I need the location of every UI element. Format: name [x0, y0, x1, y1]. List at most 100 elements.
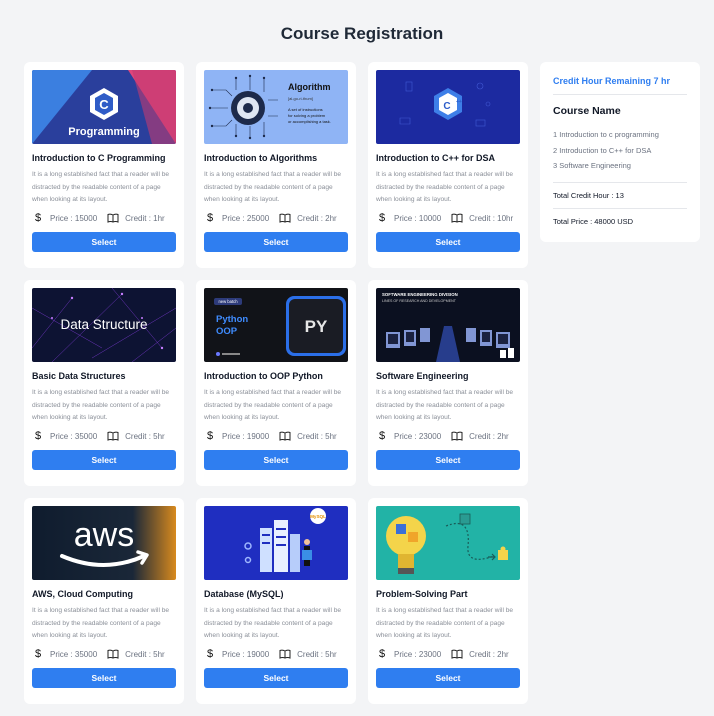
course-card: aws AWS, Cloud Computing It is a long es…	[24, 498, 184, 704]
course-title: Introduction to Algorithms	[204, 153, 318, 163]
dollar-icon: $	[378, 648, 386, 660]
dollar-icon: $	[34, 648, 42, 660]
list-item: 2 Introduction to C++ for DSA	[553, 145, 652, 155]
svg-text:for solving a problem: for solving a problem	[288, 113, 326, 118]
course-thumbnail: Algorithm [al-go-ri-thum] A set of instr…	[204, 70, 348, 144]
page-title: Course Registration	[280, 24, 444, 43]
course-title: Problem-Solving Part	[376, 589, 468, 599]
thumbnail-caption: Programming	[68, 126, 140, 138]
course-credit: Credit : 2hr	[469, 431, 509, 441]
divider	[553, 207, 687, 209]
svg-text:C: C	[443, 101, 450, 112]
course-card: Problem-Solving Part It is a long establ…	[368, 498, 528, 704]
thumbnail-tag: new batch	[218, 299, 238, 304]
course-credit: Credit : 5hr	[125, 649, 165, 659]
course-price: Price : 35000	[50, 649, 98, 659]
course-description: It is a long established fact that a rea…	[376, 389, 514, 421]
course-credit: Credit : 5hr	[125, 431, 165, 441]
list-item: 1 Introduction to c programming	[553, 130, 659, 139]
credit-hour-remaining: Credit Hour Remaining 7 hr	[553, 76, 671, 86]
select-button[interactable]: Select	[204, 668, 348, 688]
course-meta: $ Price : 23000 Credit : 2hr	[376, 648, 520, 660]
course-meta: $ Price : 23000 Credit : 2hr	[376, 430, 520, 442]
total-credit-hour: Total Credit Hour : 13	[553, 190, 624, 200]
course-credit: Credit : 2hr	[469, 649, 509, 659]
course-title: Introduction to OOP Python	[204, 371, 323, 381]
select-button[interactable]: Select	[376, 450, 520, 470]
course-card: SOFTWARE ENGINEERING DIVISION LINES OF R…	[368, 280, 528, 486]
course-card: Algorithm [al-go-ri-thum] A set of instr…	[196, 62, 356, 268]
course-grid: C Programming Introduction to C Programm…	[24, 62, 528, 704]
course-card: new batch Python OOP PY Introduction to …	[196, 280, 356, 486]
course-price: Price : 35000	[50, 431, 98, 441]
puzzle-bulb-icon	[376, 506, 520, 580]
thumbnail-caption: Data Structure	[60, 317, 147, 332]
course-description: It is a long established fact that a rea…	[204, 607, 342, 639]
book-icon	[451, 213, 463, 223]
book-icon	[279, 431, 291, 441]
course-thumbnail: Data Structure	[32, 288, 176, 362]
course-price: Price : 23000	[394, 649, 442, 659]
course-card: C ++ Introduction to C++ for DSA It is a…	[368, 62, 528, 268]
course-title: Introduction to C Programming	[32, 153, 166, 163]
dollar-icon: $	[378, 212, 386, 224]
select-button[interactable]: Select	[204, 232, 348, 252]
dollar-icon: $	[206, 430, 214, 442]
select-button[interactable]: Select	[204, 450, 348, 470]
course-credit: Credit : 10hr	[469, 213, 514, 223]
course-description: It is a long established fact that a rea…	[376, 607, 514, 639]
book-icon	[279, 649, 291, 659]
course-meta: $ Price : 10000 Credit : 10hr	[376, 212, 520, 224]
registration-summary: Credit Hour Remaining 7 hr Course Name 1…	[540, 62, 700, 242]
course-title: Software Engineering	[376, 371, 469, 381]
select-button[interactable]: Select	[376, 232, 520, 252]
course-title: Database (MySQL)	[204, 589, 284, 599]
dollar-icon: $	[34, 212, 42, 224]
course-card: Data Structure Basic Data Structures It …	[24, 280, 184, 486]
dollar-icon: $	[34, 430, 42, 442]
course-title: Introduction to C++ for DSA	[376, 153, 495, 163]
course-thumbnail	[376, 506, 520, 580]
book-icon	[107, 431, 119, 441]
course-meta: $ Price : 35000 Credit : 5hr	[32, 648, 176, 660]
course-thumbnail: MySQL	[204, 506, 348, 580]
course-description: It is a long established fact that a rea…	[204, 389, 342, 421]
course-meta: $ Price : 35000 Credit : 5hr	[32, 430, 176, 442]
course-thumbnail: SOFTWARE ENGINEERING DIVISION LINES OF R…	[376, 288, 520, 362]
course-meta: $ Price : 19000 Credit : 5hr	[204, 430, 348, 442]
course-meta: $ Price : 19000 Credit : 5hr	[204, 648, 348, 660]
book-icon	[107, 213, 119, 223]
list-item: 3 Software Engineering	[553, 161, 631, 170]
course-name-heading: Course Name	[553, 105, 621, 117]
total-price: Total Price : 48000 USD	[553, 216, 634, 226]
course-credit: Credit : 1hr	[125, 213, 165, 223]
thumbnail-caption: SOFTWARE ENGINEERING DIVISION	[382, 292, 458, 297]
course-credit: Credit : 2hr	[297, 213, 337, 223]
select-button[interactable]: Select	[376, 668, 520, 688]
course-price: Price : 23000	[394, 431, 442, 441]
book-icon	[451, 649, 463, 659]
course-price: Price : 19000	[222, 431, 270, 441]
select-button[interactable]: Select	[32, 668, 176, 688]
thumbnail-caption: MySQL	[310, 514, 326, 519]
book-icon	[451, 431, 463, 441]
divider	[553, 181, 687, 183]
book-icon	[107, 649, 119, 659]
dollar-icon: $	[206, 648, 214, 660]
thumbnail-subcaption: [al-go-ri-thum]	[288, 96, 313, 101]
select-button[interactable]: Select	[32, 232, 176, 252]
course-thumbnail: aws	[32, 506, 176, 580]
course-title: Basic Data Structures	[32, 371, 126, 381]
dollar-icon: $	[206, 212, 214, 224]
course-meta: $ Price : 25000 Credit : 2hr	[204, 212, 348, 224]
course-price: Price : 19000	[222, 649, 270, 659]
svg-text:++: ++	[456, 99, 462, 105]
selected-course-list: 1 Introduction to c programming 2 Introd…	[553, 127, 687, 174]
svg-text:Python: Python	[216, 314, 248, 325]
svg-text:OOP: OOP	[216, 326, 238, 337]
course-price: Price : 25000	[222, 213, 270, 223]
course-title: AWS, Cloud Computing	[32, 589, 133, 599]
thumbnail-subcaption: LINES OF RESEARCH AND DEVELOPMENT	[382, 299, 457, 303]
course-meta: $ Price : 15000 Credit : 1hr	[32, 212, 176, 224]
select-button[interactable]: Select	[32, 450, 176, 470]
